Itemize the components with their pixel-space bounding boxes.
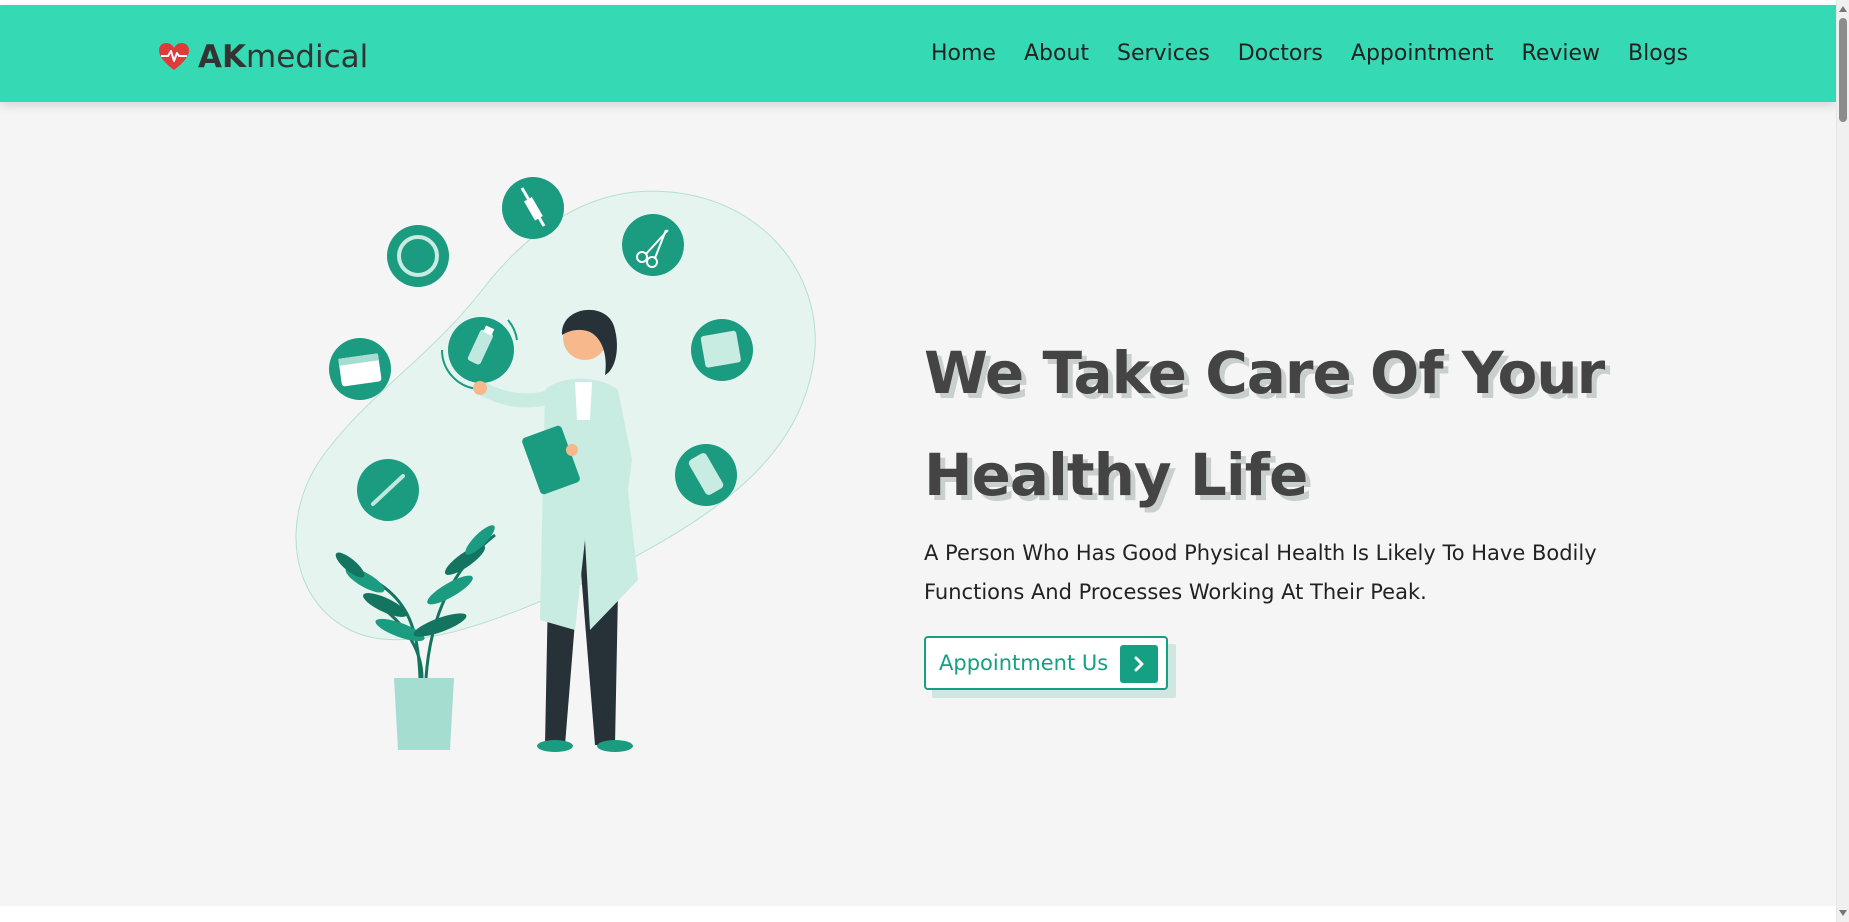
scroll-down-arrow-icon[interactable] xyxy=(1839,910,1847,916)
gauze-icon xyxy=(691,319,753,381)
hero-description: A Person Who Has Good Physical Health Is… xyxy=(924,534,1624,612)
nav-appointment[interactable]: Appointment xyxy=(1351,41,1494,66)
ring-icon xyxy=(387,225,449,287)
hero-description-line2: Functions And Processes Working At Their… xyxy=(924,580,1427,604)
bottom-edge xyxy=(0,906,1837,922)
hero-description-line1: A Person Who Has Good Physical Health Is… xyxy=(924,541,1597,565)
nav-review[interactable]: Review xyxy=(1522,41,1601,66)
brand-name-bold: AK xyxy=(198,39,247,75)
thermometer-icon xyxy=(357,459,419,521)
syringe-icon xyxy=(502,177,564,239)
nav-about[interactable]: About xyxy=(1024,41,1089,66)
scroll-up-arrow-icon[interactable] xyxy=(1839,6,1847,12)
calendar-icon xyxy=(329,338,391,400)
nav-home[interactable]: Home xyxy=(931,41,996,66)
hero-title: We Take Care Of Your Healthy Life xyxy=(924,322,1684,526)
hero-title-line2: Healthy Life xyxy=(924,441,1308,509)
pill-strip-icon xyxy=(675,444,737,506)
nav-blogs[interactable]: Blogs xyxy=(1628,41,1688,66)
main-nav: Home About Services Doctors Appointment … xyxy=(931,41,1688,66)
brand-name: AKmedical xyxy=(198,39,368,75)
nav-doctors[interactable]: Doctors xyxy=(1238,41,1323,66)
brand-name-rest: medical xyxy=(246,39,369,75)
appointment-us-label: Appointment Us xyxy=(939,651,1109,675)
chevron-right-icon xyxy=(1120,645,1158,683)
site-header: AKmedical Home About Services Doctors Ap… xyxy=(0,5,1837,102)
brand-logo[interactable]: AKmedical xyxy=(158,35,368,79)
appointment-us-button[interactable]: Appointment Us xyxy=(924,636,1168,690)
heart-pulse-icon xyxy=(159,43,189,70)
vertical-scrollbar[interactable] xyxy=(1836,0,1849,922)
doctor-illustration xyxy=(295,177,816,752)
scissors-icon xyxy=(622,214,684,276)
cta-wrapper: Appointment Us xyxy=(924,636,1176,698)
scrollbar-thumb[interactable] xyxy=(1839,18,1847,122)
hero-title-line1: We Take Care Of Your xyxy=(924,339,1605,407)
nav-services[interactable]: Services xyxy=(1117,41,1210,66)
